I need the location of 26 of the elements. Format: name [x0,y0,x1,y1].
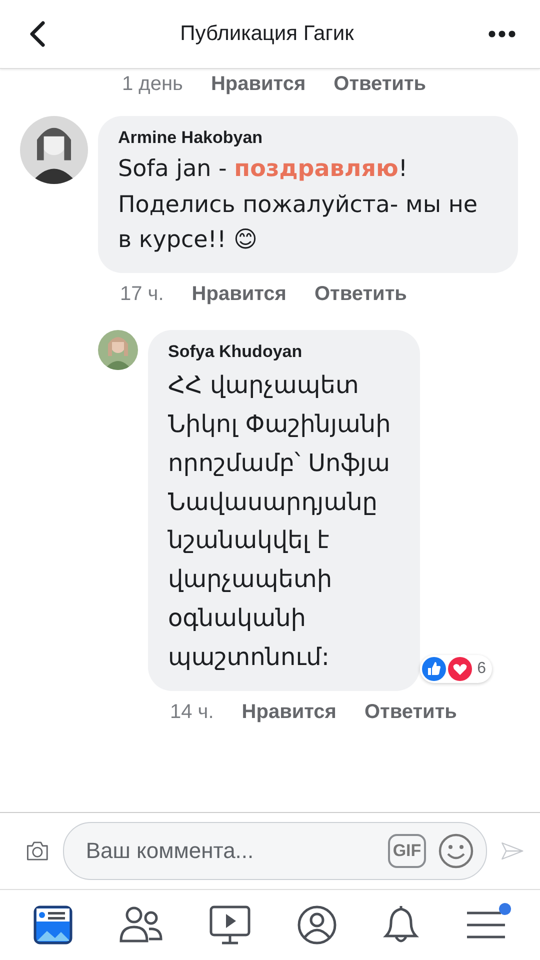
back-icon[interactable] [28,21,46,47]
like-link[interactable]: Нравится [192,282,286,306]
thumbs-up-icon [422,656,446,681]
more-icon[interactable] [488,30,516,38]
reply-link[interactable]: Ответить [334,73,426,96]
comment-time: 1 день [122,73,183,96]
comment-author[interactable]: Armine Hakobyan [118,128,498,148]
comment-time: 14 ч. [170,700,214,724]
bell-icon [383,905,419,945]
people-icon [119,905,163,945]
smiley-icon[interactable] [438,833,474,869]
video-icon [209,905,251,945]
page-title: Публикация Гагик [180,22,354,46]
comment-text: ՀՀ վարչապետ Նիկոլ Փաշինյանի որոշմամբ՝ Սոֆյա Նավասարդյանը նշանակվել է վարչապետի օգնականի պաշտոնում: [168,370,392,674]
like-link[interactable]: Нравится [242,700,336,724]
reply-link[interactable]: Ответить [314,282,407,306]
news-feed-icon [33,905,73,945]
comment-time: 17 ч. [120,282,164,306]
like-link[interactable]: Нравится [210,73,306,96]
profile-icon [297,905,337,945]
comment-author[interactable]: Sofya Khudoyan [168,342,400,362]
reactions-badge[interactable]: 6 [420,654,492,683]
comment-field[interactable]: Ваш коммента... GIF [62,822,488,880]
gif-button[interactable]: GIF [388,834,426,868]
reply-link[interactable]: Ответить [364,700,457,724]
comment-text: Sofa jan - поздравляю! Поделись пожалуйста- мы не в курсе!! 😊 [118,155,479,256]
